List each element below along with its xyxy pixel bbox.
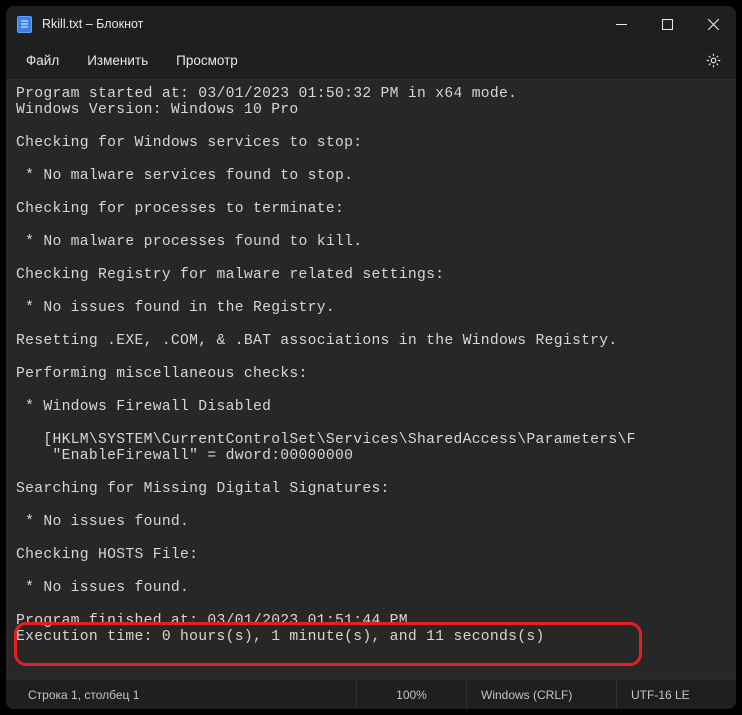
- settings-button[interactable]: [696, 46, 730, 76]
- notepad-window: Rkill.txt – Блокнот Файл Изменить Просмо…: [6, 6, 736, 709]
- titlebar[interactable]: Rkill.txt – Блокнот: [6, 6, 736, 42]
- editor-area[interactable]: Program started at: 03/01/2023 01:50:32 …: [6, 80, 736, 679]
- status-cursor-position: Строка 1, столбец 1: [6, 680, 356, 709]
- minimize-button[interactable]: [598, 6, 644, 42]
- menu-view[interactable]: Просмотр: [162, 47, 252, 74]
- status-line-ending: Windows (CRLF): [466, 680, 616, 709]
- maximize-button[interactable]: [644, 6, 690, 42]
- notepad-app-icon: [16, 16, 32, 32]
- status-zoom[interactable]: 100%: [356, 680, 466, 709]
- window-title: Rkill.txt – Блокнот: [42, 17, 143, 31]
- editor-text[interactable]: Program started at: 03/01/2023 01:50:32 …: [16, 86, 728, 645]
- statusbar: Строка 1, столбец 1 100% Windows (CRLF) …: [6, 679, 736, 709]
- menubar: Файл Изменить Просмотр: [6, 42, 736, 80]
- close-button[interactable]: [690, 6, 736, 42]
- menu-edit[interactable]: Изменить: [73, 47, 162, 74]
- status-encoding: UTF-16 LE: [616, 680, 736, 709]
- menu-file[interactable]: Файл: [12, 47, 73, 74]
